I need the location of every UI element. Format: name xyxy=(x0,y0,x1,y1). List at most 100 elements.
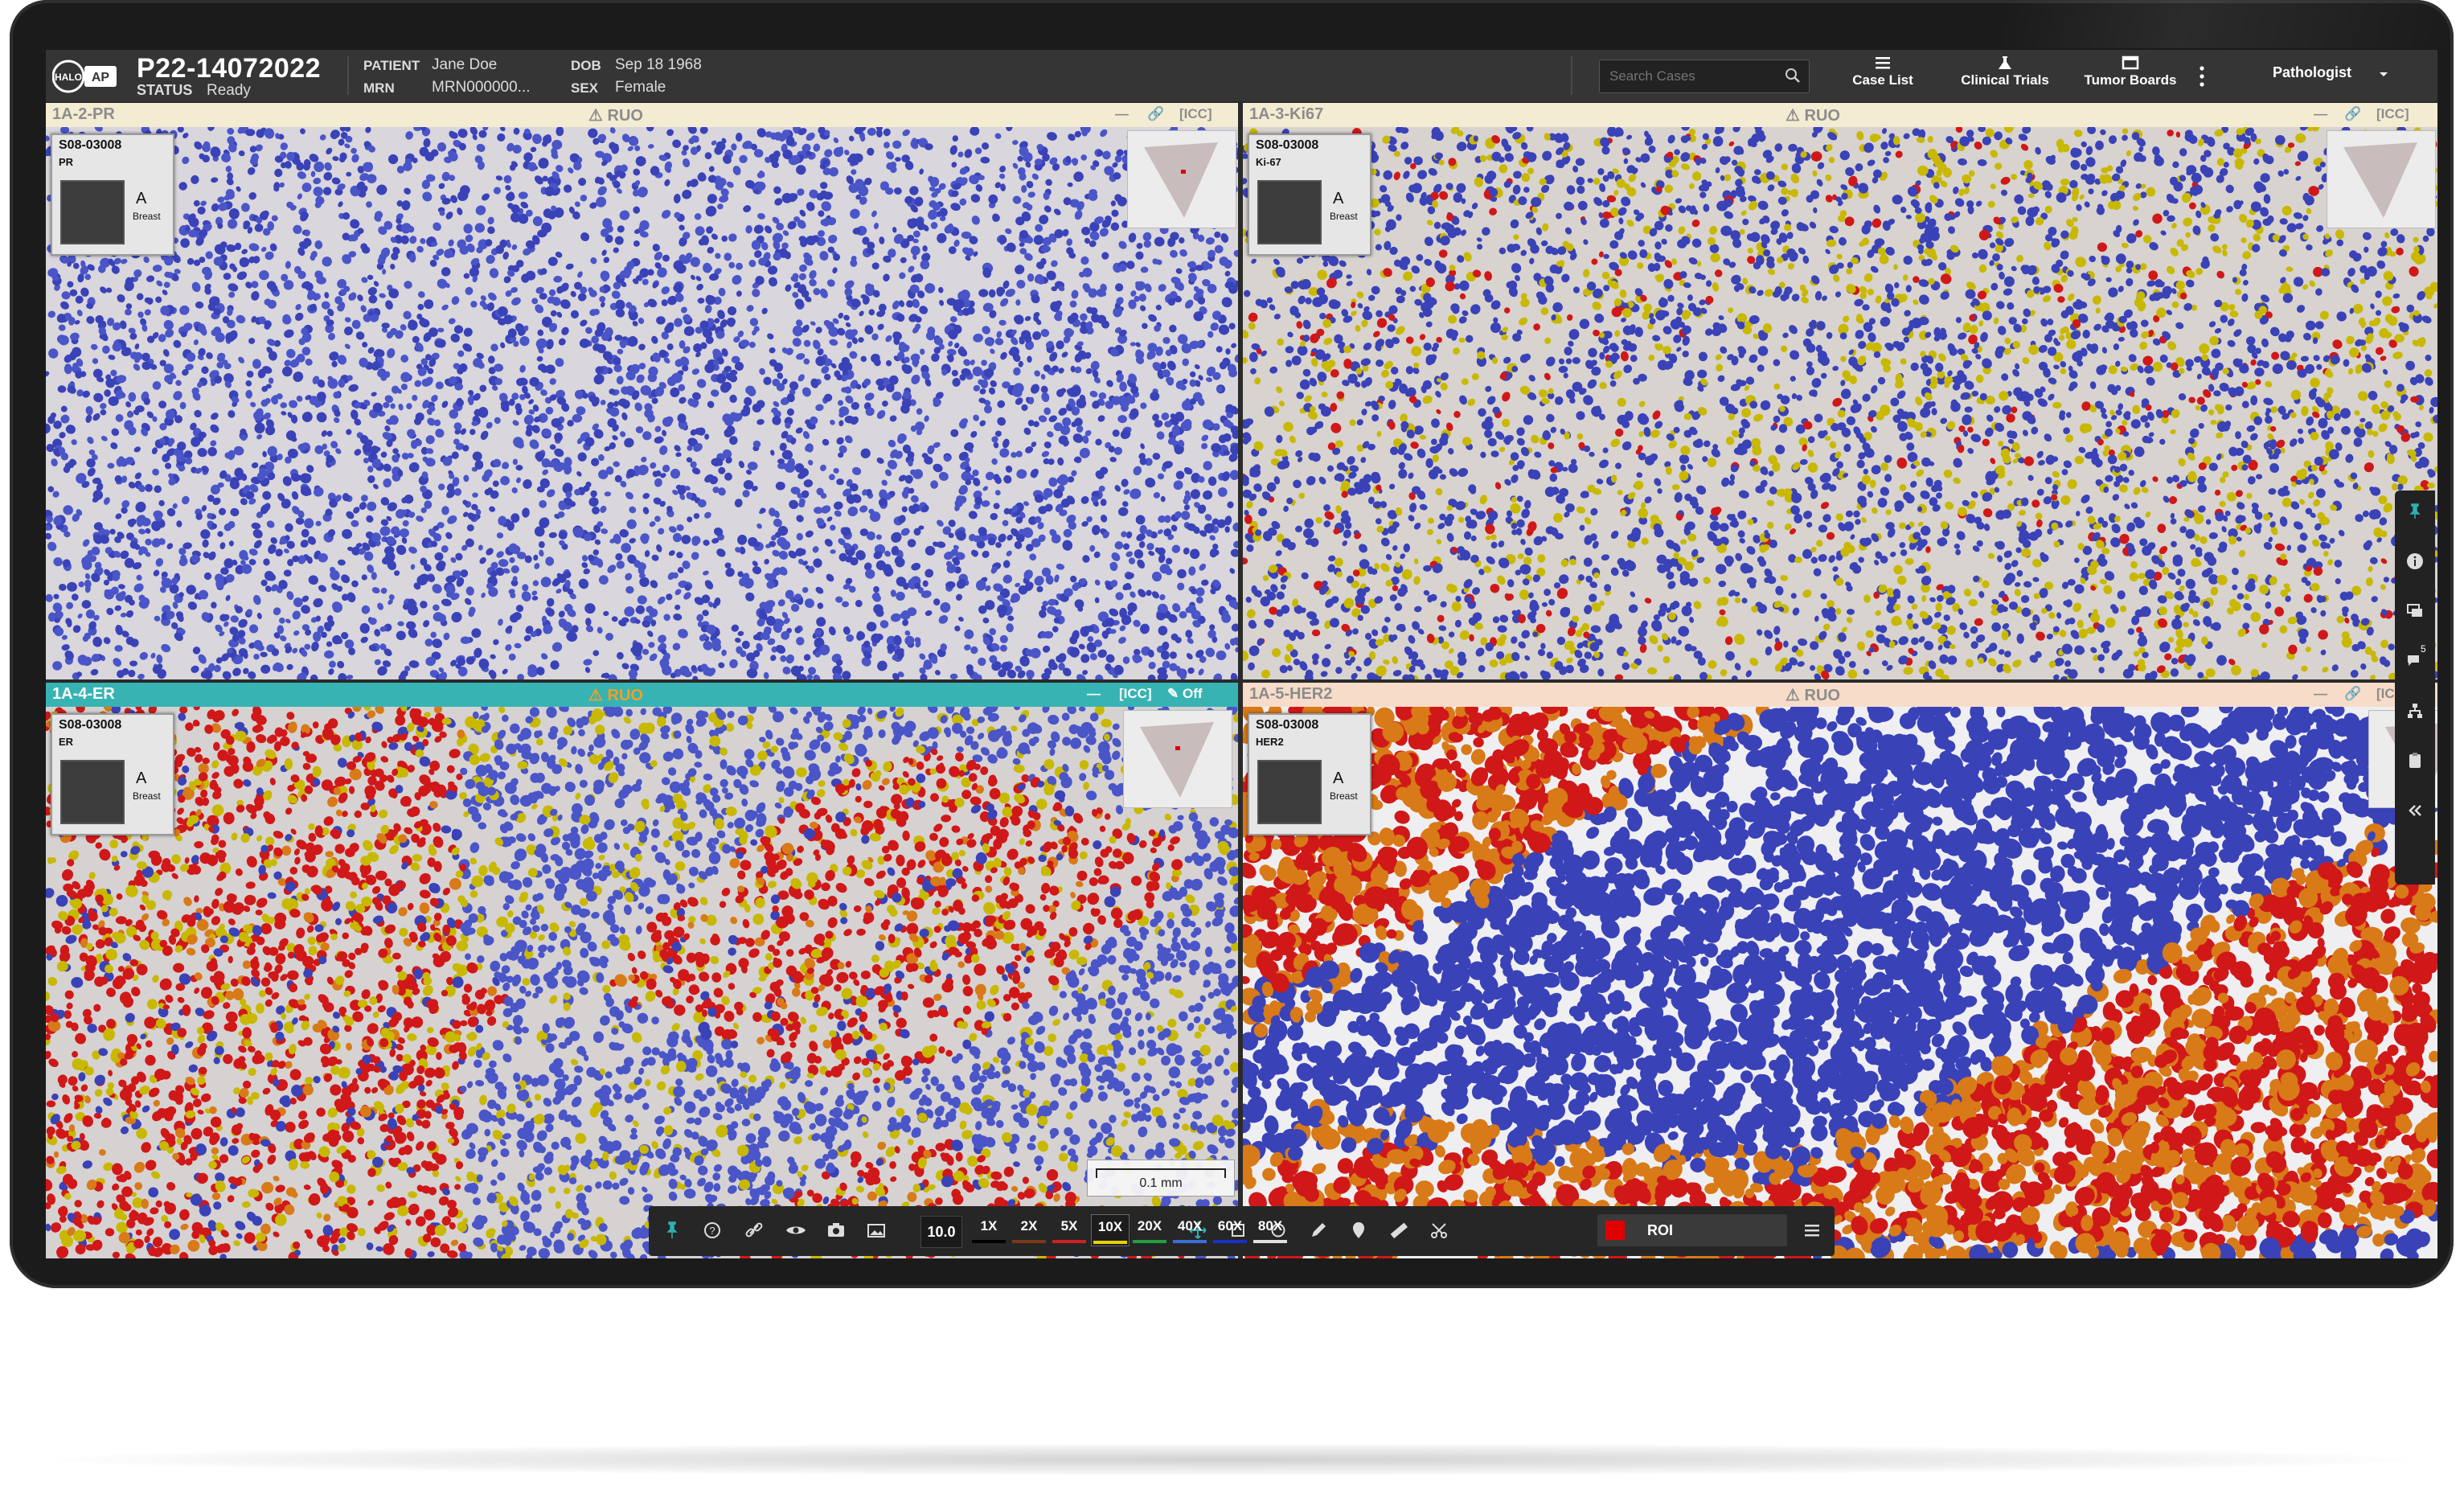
zoom-5x-button[interactable]: 5X xyxy=(1051,1214,1088,1245)
viewport-title: 1A-2-PR xyxy=(52,105,115,123)
eye-icon[interactable] xyxy=(781,1216,811,1245)
slide-label-thumbnail: S08-03008 HER2 A Breast xyxy=(1248,713,1371,835)
app-screen: HALO AP P22-14072022 STATUS Ready PATIEN… xyxy=(46,50,2437,1258)
viewport-header: 1A-3-Ki67 ⚠ RUO — 🔗 [ICC] xyxy=(1243,103,2437,127)
icc-toggle[interactable]: [ICC] xyxy=(2376,106,2409,122)
collapse-left-icon[interactable] xyxy=(2405,801,2425,820)
link-icon[interactable]: 🔗 xyxy=(2344,686,2361,702)
scissors-tool-icon[interactable] xyxy=(1424,1216,1454,1245)
user-role-menu[interactable]: Pathologist xyxy=(2273,64,2351,81)
slide-overview-thumbnail[interactable] xyxy=(1123,710,1232,808)
link-icon[interactable]: 🔗 xyxy=(2344,106,2361,122)
viewport-her2[interactable]: 1A-5-HER2 ⚠ RUO — 🔗 [ICC] S08-03008 HER2… xyxy=(1243,683,2437,1258)
right-tool-rail: 5 xyxy=(2395,491,2435,885)
barcode-image xyxy=(1257,760,1322,824)
viewport-title: 1A-3-Ki67 xyxy=(1249,105,1324,123)
minimize-icon[interactable]: — xyxy=(1115,106,1129,122)
slide-label-organ: Breast xyxy=(133,790,161,802)
zoom-80x-button[interactable]: 80X xyxy=(1252,1214,1289,1245)
annotation-color-swatch xyxy=(1605,1221,1625,1240)
annotation-layer-select[interactable]: ROI xyxy=(1597,1214,1787,1246)
zoom-20x-button[interactable]: 20X xyxy=(1131,1214,1168,1245)
minimize-icon[interactable]: — xyxy=(2314,106,2327,122)
monitor-shadow xyxy=(48,1443,2412,1476)
slide-overview-thumbnail[interactable] xyxy=(2327,130,2436,228)
ruo-text: RUO xyxy=(1804,687,1840,704)
zoom-40x-button[interactable]: 40X xyxy=(1171,1214,1208,1245)
flask-icon xyxy=(1999,56,2011,69)
clinical-trials-label: Clinical Trials xyxy=(1961,72,2049,88)
ruo-badge: ⚠ RUO xyxy=(1785,107,1840,125)
screens-icon[interactable] xyxy=(2405,601,2425,621)
case-list-label: Case List xyxy=(1852,72,1913,88)
link-icon[interactable] xyxy=(739,1216,769,1245)
slide-image-er[interactable] xyxy=(46,707,1238,1258)
pin-icon[interactable] xyxy=(2405,502,2425,521)
slide-image-pr[interactable] xyxy=(46,127,1238,679)
viewport-pr[interactable]: 1A-2-PR ⚠ RUO — 🔗 [ICC] S08-03008 PR A B… xyxy=(46,103,1238,679)
slide-label-organ: Breast xyxy=(1330,790,1358,802)
slide-label-organ: Breast xyxy=(133,211,161,222)
zoom-color-bar xyxy=(1012,1240,1046,1243)
search-input[interactable] xyxy=(1608,60,1772,92)
chevron-down-icon[interactable] xyxy=(2377,68,2390,80)
barcode-image xyxy=(60,760,125,824)
more-options-icon[interactable] xyxy=(2198,64,2206,88)
clinical-trials-button[interactable]: Clinical Trials xyxy=(1945,55,2065,98)
zoom-color-bar xyxy=(1052,1240,1086,1243)
slide-overview-thumbnail[interactable] xyxy=(1127,130,1236,228)
search-box[interactable] xyxy=(1599,60,1810,93)
menu-icon[interactable] xyxy=(1797,1216,1827,1245)
annotation-layer-label: ROI xyxy=(1647,1222,1674,1238)
viewport-er[interactable]: 1A-4-ER ⚠ RUO — [ICC] ✎ Off S08-03008 ER… xyxy=(46,683,1238,1258)
zoom-60x-button[interactable]: 60X xyxy=(1212,1214,1248,1245)
camera-icon[interactable] xyxy=(821,1216,851,1245)
slide-image-her2[interactable] xyxy=(1243,707,2437,1258)
minimize-icon[interactable]: — xyxy=(2314,686,2327,702)
header-divider xyxy=(1571,56,1572,95)
icc-toggle[interactable]: [ICC] xyxy=(1179,106,1212,122)
pin-toggle[interactable]: ✎ Off xyxy=(1167,686,1203,702)
clipboard-icon[interactable] xyxy=(2405,751,2425,770)
zoom-color-bar xyxy=(1213,1240,1247,1243)
tumor-boards-label: Tumor Boards xyxy=(2084,72,2177,88)
slide-label-stain: Ki-67 xyxy=(1256,156,1281,168)
patient-value: Jane Doe xyxy=(432,56,498,73)
status-value: Ready xyxy=(207,82,251,99)
search-icon[interactable] xyxy=(1785,68,1801,84)
zoom-1x-button[interactable]: 1X xyxy=(970,1214,1007,1245)
zoom-10x-button[interactable]: 10X xyxy=(1091,1214,1130,1246)
link-icon[interactable]: 🔗 xyxy=(1147,106,1164,122)
svg-text:HALO: HALO xyxy=(55,72,82,83)
zoom-level-label: 40X xyxy=(1177,1218,1203,1233)
viewport-ki67[interactable]: 1A-3-Ki67 ⚠ RUO — 🔗 [ICC] S08-03008 Ki-6… xyxy=(1243,103,2437,679)
ruler-tool-icon[interactable] xyxy=(1384,1216,1414,1245)
scale-bar-label: 0.1 mm xyxy=(1139,1176,1183,1190)
help-icon[interactable]: ? xyxy=(697,1216,728,1245)
slide-label-id: S08-03008 xyxy=(59,718,122,732)
pin-icon[interactable] xyxy=(657,1216,687,1245)
tumor-boards-button[interactable]: Tumor Boards xyxy=(2070,55,2191,98)
image-icon[interactable] xyxy=(861,1216,892,1245)
slide-image-ki67[interactable] xyxy=(1243,127,2437,679)
svg-text:AP: AP xyxy=(92,71,110,84)
marker-tool-icon[interactable] xyxy=(1343,1216,1374,1245)
case-list-button[interactable]: Case List xyxy=(1839,55,1927,98)
slide-label-stain: ER xyxy=(59,736,74,748)
icc-toggle[interactable]: [ICC] xyxy=(1119,686,1152,702)
info-icon[interactable] xyxy=(2405,552,2425,571)
hierarchy-icon[interactable] xyxy=(2405,701,2425,720)
top-header: HALO AP P22-14072022 STATUS Ready PATIEN… xyxy=(46,50,2437,101)
pen-tool-icon[interactable] xyxy=(1303,1216,1334,1245)
viewport-header: 1A-2-PR ⚠ RUO — 🔗 [ICC] xyxy=(46,103,1238,127)
slide-label-organ: Breast xyxy=(1330,211,1358,222)
sex-label: SEX xyxy=(571,80,599,96)
zoom-2x-button[interactable]: 2X xyxy=(1011,1214,1048,1245)
minimize-icon[interactable]: — xyxy=(1087,686,1101,702)
zoom-color-bar xyxy=(1093,1241,1127,1244)
zoom-color-bar xyxy=(1133,1240,1166,1243)
slide-label-thumbnail: S08-03008 PR A Breast xyxy=(51,133,174,256)
zoom-color-bar xyxy=(1173,1240,1207,1243)
zoom-value-input[interactable]: 10.0 xyxy=(920,1216,962,1248)
ruo-badge: ⚠ RUO xyxy=(588,107,643,125)
